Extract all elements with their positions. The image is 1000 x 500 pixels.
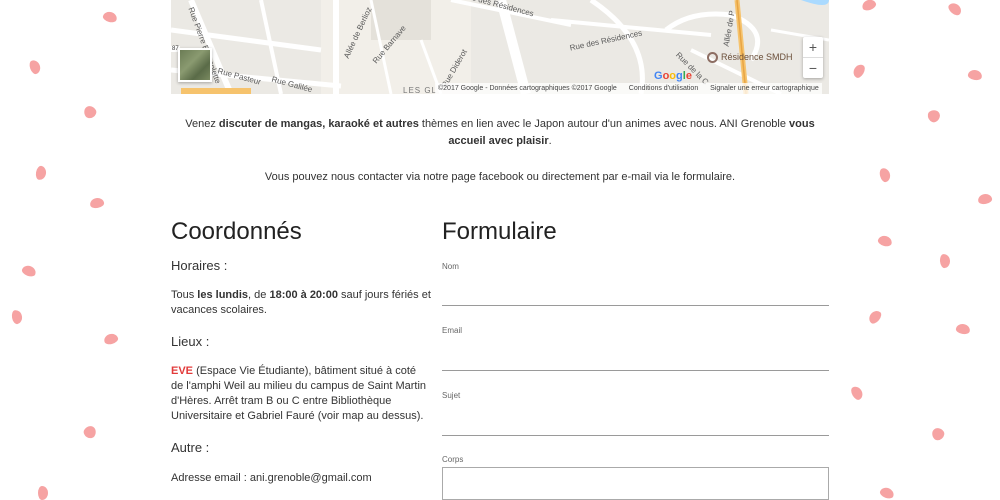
hours-title: Horaires : xyxy=(171,258,228,273)
petal-decoration xyxy=(20,263,38,279)
coordinates-title: Coordonnés xyxy=(171,218,302,245)
subject-field[interactable] xyxy=(442,435,829,436)
petal-decoration xyxy=(878,166,892,184)
petal-decoration xyxy=(929,425,947,443)
map-copyright: ©2017 Google - Données cartographiques ©… xyxy=(438,85,617,92)
email-field[interactable] xyxy=(442,370,829,371)
petal-decoration xyxy=(878,485,896,500)
petal-decoration xyxy=(38,486,48,500)
places-title: Lieux : xyxy=(171,334,210,349)
petal-decoration xyxy=(939,253,951,269)
zoom-control[interactable]: + − xyxy=(803,37,823,78)
body-label: Corps xyxy=(442,455,464,464)
petal-decoration xyxy=(102,332,120,346)
body-textarea[interactable] xyxy=(442,467,829,500)
petal-decoration xyxy=(89,196,105,210)
petal-decoration xyxy=(81,103,99,121)
map-report-link[interactable]: Signaler une erreur cartographique xyxy=(710,85,819,92)
places-text: EVE (Espace Vie Étudiante), bâtiment sit… xyxy=(171,365,427,422)
zoom-in-button[interactable]: + xyxy=(803,37,823,57)
place-marker-icon xyxy=(707,52,718,64)
subject-label: Sujet xyxy=(442,391,461,400)
google-logo: Google xyxy=(654,70,692,82)
petal-decoration xyxy=(977,192,993,206)
petal-decoration xyxy=(34,165,48,181)
petal-decoration xyxy=(81,423,99,441)
petal-decoration xyxy=(967,68,983,82)
email-text: Adresse email : ani.grenoble@gmail.com xyxy=(171,472,372,484)
hours-text: Tous les lundis, de 18:00 à 20:00 sauf j… xyxy=(171,289,431,316)
map-attribution: ©2017 Google - Données cartographiques ©… xyxy=(435,83,822,94)
coordinates-section: Coordonnés Horaires : Tous les lundis, d… xyxy=(171,218,431,486)
petal-decoration xyxy=(860,0,878,13)
other-title: Autre : xyxy=(171,440,210,455)
petal-decoration xyxy=(876,234,894,248)
contact-paragraph: Vous pouvez nous contacter via notre pag… xyxy=(264,171,736,183)
intro-paragraph: Venez discuter de mangas, karaoké et aut… xyxy=(185,118,815,147)
petal-decoration xyxy=(849,384,865,402)
name-field[interactable] xyxy=(442,305,829,306)
petal-decoration xyxy=(27,58,43,76)
petal-decoration xyxy=(10,309,24,325)
map-poi[interactable]: Résidence SMDH xyxy=(707,52,793,64)
satellite-toggle[interactable] xyxy=(178,48,212,82)
embedded-map[interactable]: Rue Pierre Brossolette Rue Pasteur Rue G… xyxy=(171,0,829,94)
petal-decoration xyxy=(946,0,964,18)
map-area-label: LES GL xyxy=(403,86,438,94)
petal-decoration xyxy=(955,322,971,336)
petal-decoration xyxy=(866,308,884,326)
form-title: Formulaire xyxy=(442,218,557,245)
petal-decoration xyxy=(925,107,943,125)
petal-decoration xyxy=(101,10,119,24)
zoom-out-button[interactable]: − xyxy=(803,57,823,78)
name-label: Nom xyxy=(442,262,459,271)
email-label: Email xyxy=(442,326,463,335)
petal-decoration xyxy=(851,62,867,80)
contact-form: Formulaire Nom Email Sujet Corps xyxy=(442,218,829,500)
map-terms-link[interactable]: Conditions d'utilisation xyxy=(629,85,698,92)
